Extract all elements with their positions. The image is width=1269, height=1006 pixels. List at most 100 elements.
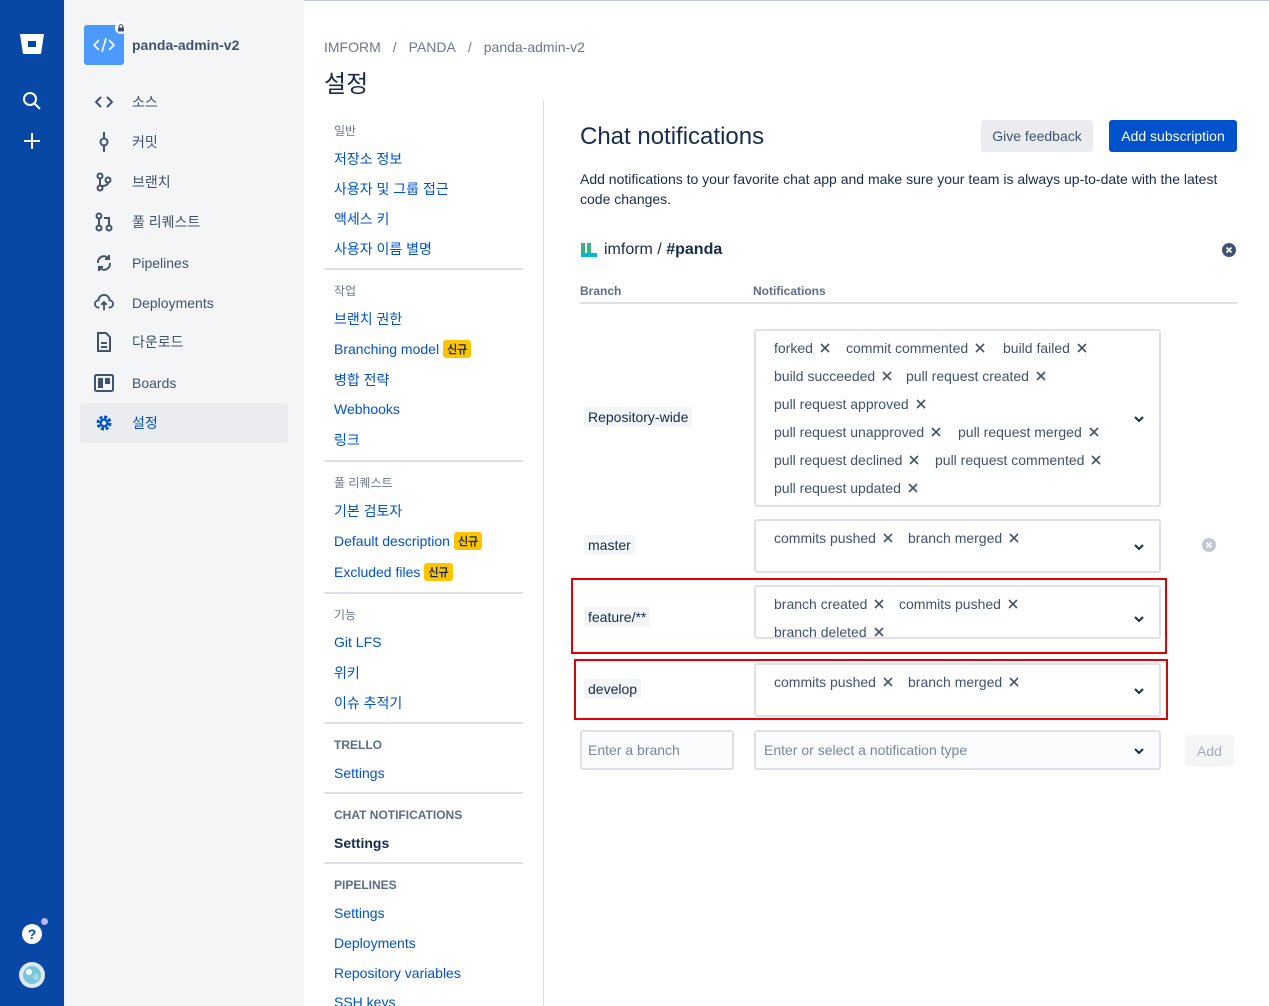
settings-group-general: 일반 저장소 정보 사용자 및 그룹 접근 액세스 키 사용자 이름 별명 [324, 100, 523, 268]
sidebar-item-boards[interactable]: Boards [80, 363, 288, 403]
create-icon[interactable] [16, 125, 48, 157]
notification-chip: pull request updated [770, 477, 919, 499]
settings-link-repo-details[interactable]: 저장소 정보 [334, 149, 402, 169]
new-badge: 신규 [443, 340, 472, 358]
remove-chip-icon[interactable] [915, 398, 927, 410]
bitbucket-logo-icon[interactable] [16, 28, 48, 60]
notification-chip: pull request created [902, 365, 1047, 387]
header-divider [580, 302, 1237, 304]
notification-dot [41, 918, 48, 925]
sidebar-item-settings[interactable]: 설정 [80, 403, 288, 443]
sidebar-item-branches[interactable]: 브랜치 [80, 162, 288, 202]
remove-chip-icon[interactable] [819, 342, 831, 354]
branch-input[interactable]: Enter a branch [580, 730, 734, 770]
settings-link-access-keys[interactable]: 액세스 키 [334, 209, 389, 229]
notification-chip: commits pushed [770, 527, 894, 549]
repo-name: panda-admin-v2 [132, 37, 240, 53]
content-divider [543, 100, 544, 1006]
help-icon[interactable]: ? [16, 918, 48, 950]
settings-link-wiki[interactable]: 위키 [334, 663, 360, 683]
notification-chip: pull request merged [954, 421, 1100, 443]
remove-chip-icon[interactable] [1090, 454, 1102, 466]
settings-icon [94, 413, 114, 433]
remove-chip-icon[interactable] [1088, 426, 1100, 438]
notification-chip: forked [770, 337, 831, 359]
search-icon[interactable] [16, 85, 48, 117]
settings-link-excluded-files[interactable]: Excluded files 신규 [334, 563, 453, 581]
settings-link-merge-strategies[interactable]: 병합 전략 [334, 370, 389, 390]
remove-channel-icon[interactable] [1222, 243, 1236, 257]
notification-select[interactable]: forked commit commented build failed bui… [754, 329, 1161, 507]
settings-link-pipelines-settings[interactable]: Settings [334, 905, 385, 921]
settings-link-pipelines-deployments[interactable]: Deployments [334, 935, 416, 951]
sidebar-item-label: 다운로드 [132, 334, 184, 350]
notification-chip: build failed [999, 337, 1088, 359]
chevron-down-icon[interactable] [1133, 540, 1145, 552]
breadcrumb-workspace[interactable]: IMFORM [324, 39, 381, 55]
settings-link-user-group-access[interactable]: 사용자 및 그룹 접근 [334, 179, 449, 199]
branch-icon [94, 172, 114, 192]
settings-link-default-description[interactable]: Default description 신규 [334, 532, 483, 550]
remove-chip-icon[interactable] [1035, 370, 1047, 382]
remove-chip-icon[interactable] [1008, 532, 1020, 544]
repo-header[interactable]: panda-admin-v2 [84, 22, 240, 65]
remove-chip-icon[interactable] [930, 426, 942, 438]
notification-chip: pull request commented [931, 449, 1102, 471]
source-icon [94, 92, 114, 112]
settings-link-repository-variables[interactable]: Repository variables [334, 965, 461, 981]
channel-workspace: imform / [604, 241, 662, 258]
settings-link-webhooks[interactable]: Webhooks [334, 401, 400, 417]
breadcrumb-repo[interactable]: panda-admin-v2 [484, 39, 585, 55]
settings-group-trello: TRELLO Settings [324, 722, 523, 792]
column-header-branch: Branch [580, 284, 622, 298]
chevron-down-icon[interactable] [1133, 744, 1145, 756]
branch-label: master [584, 535, 635, 555]
add-subscription-button[interactable]: Add subscription [1109, 120, 1237, 152]
repo-avatar-icon [84, 22, 127, 65]
remove-chip-icon[interactable] [974, 342, 986, 354]
commit-icon [94, 132, 114, 152]
chevron-down-icon[interactable] [1133, 412, 1145, 424]
notification-chip: pull request unapproved [770, 421, 942, 443]
remove-chip-icon[interactable] [907, 482, 919, 494]
settings-link-branch-permissions[interactable]: 브랜치 권한 [334, 309, 402, 329]
sidebar-item-commits[interactable]: 커밋 [80, 122, 288, 162]
notification-type-select[interactable]: Enter or select a notification type [754, 730, 1161, 770]
remove-chip-icon[interactable] [882, 532, 894, 544]
settings-link-git-lfs[interactable]: Git LFS [334, 634, 381, 650]
remove-row-icon[interactable] [1202, 538, 1216, 552]
remove-chip-icon[interactable] [1076, 342, 1088, 354]
breadcrumb-project[interactable]: PANDA [409, 39, 456, 55]
settings-link-trello-settings[interactable]: Settings [334, 765, 385, 781]
section-title: Chat notifications [580, 123, 765, 150]
pipelines-icon [94, 253, 114, 273]
settings-link-username-aliases[interactable]: 사용자 이름 별명 [334, 239, 432, 259]
sidebar-item-downloads[interactable]: 다운로드 [80, 322, 288, 362]
sidebar-item-pull-requests[interactable]: 풀 리퀘스트 [80, 202, 288, 242]
settings-link-ssh-keys[interactable]: SSH keys [334, 994, 395, 1006]
settings-group-pipelines: PIPELINES Settings Deployments Repositor… [324, 862, 523, 1006]
remove-chip-icon[interactable] [881, 370, 893, 382]
notification-chip: pull request declined [770, 449, 920, 471]
settings-link-issue-tracker[interactable]: 이슈 추적기 [334, 693, 402, 713]
settings-link-default-reviewers[interactable]: 기본 검토자 [334, 501, 402, 521]
give-feedback-button[interactable]: Give feedback [981, 120, 1093, 152]
new-badge: 신규 [424, 563, 453, 581]
sidebar-item-label: 커밋 [132, 134, 158, 150]
sidebar-item-label: Deployments [132, 295, 214, 311]
remove-chip-icon[interactable] [908, 454, 920, 466]
notification-chip: pull request approved [770, 393, 927, 415]
sidebar-item-pipelines[interactable]: Pipelines [80, 243, 288, 283]
notification-select[interactable]: commits pushed branch merged [754, 519, 1161, 573]
user-avatar-icon[interactable] [16, 959, 48, 991]
settings-link-branching-model[interactable]: Branching model 신규 [334, 340, 472, 358]
new-badge: 신규 [453, 532, 483, 550]
sidebar-item-deployments[interactable]: Deployments [80, 283, 288, 323]
column-header-notifications: Notifications [753, 284, 826, 298]
settings-link-links[interactable]: 링크 [334, 430, 360, 450]
add-button[interactable]: Add [1185, 735, 1234, 766]
highlight-box [571, 578, 1167, 654]
sidebar-item-source[interactable]: 소스 [80, 82, 288, 122]
notification-chip: branch merged [904, 527, 1020, 549]
settings-link-chat-settings[interactable]: Settings [334, 835, 389, 851]
